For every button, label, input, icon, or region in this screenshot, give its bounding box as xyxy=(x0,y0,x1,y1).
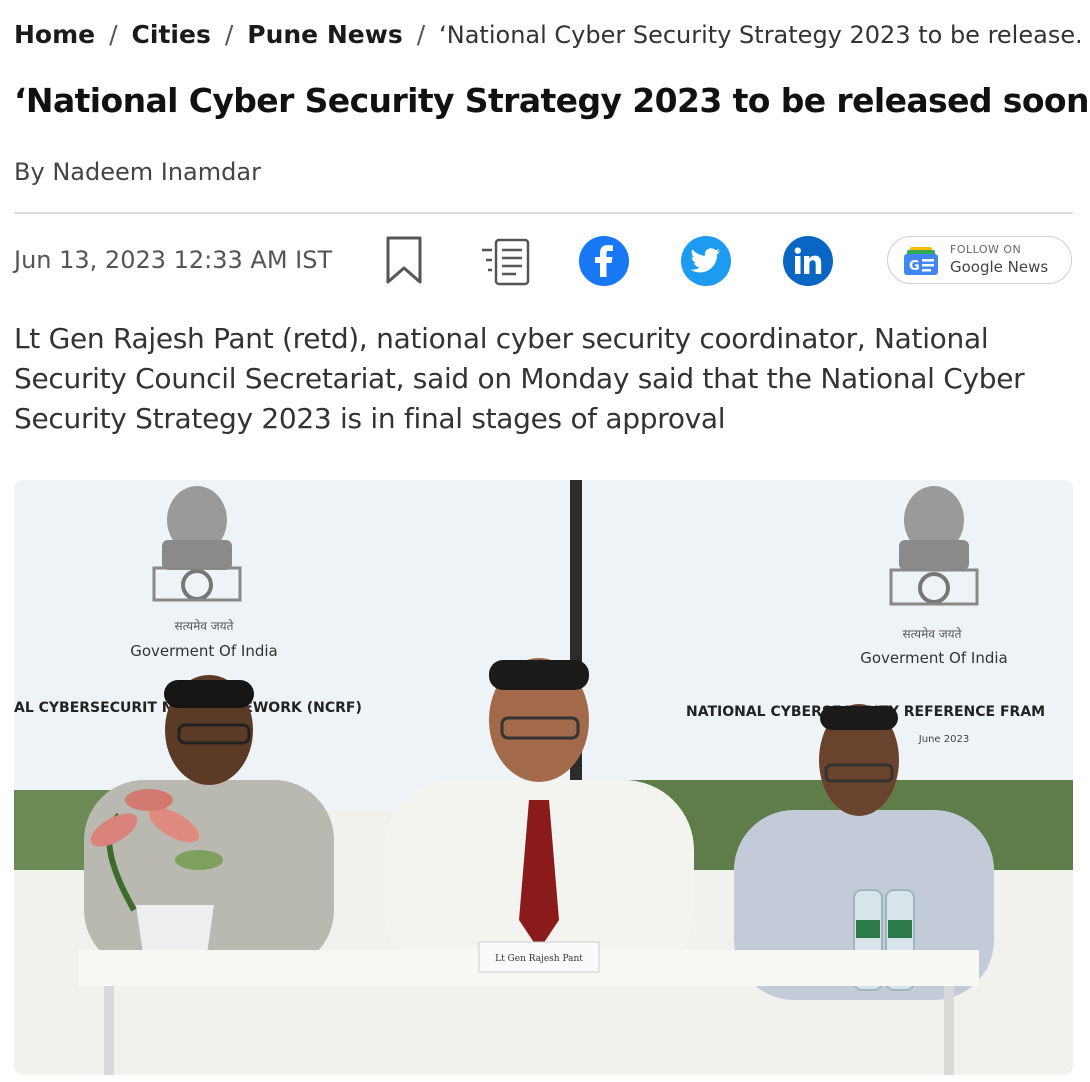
breadcrumb-current: ‘National Cyber Security Strategy 2023 t… xyxy=(439,21,1080,49)
follow-on-label: FOLLOW ON xyxy=(950,243,1022,256)
google-news-icon: G xyxy=(904,247,938,275)
breadcrumb-separator: / xyxy=(416,20,426,49)
reading-mode-icon xyxy=(482,238,530,286)
screen-date-right: June 2023 xyxy=(918,734,969,745)
article-meta: Jun 13, 2023 12:33 AM IST G FOLLOW ON Go… xyxy=(14,232,1074,292)
emblem-motto-left: सत्यमेव जयते xyxy=(175,619,235,633)
breadcrumb-cities[interactable]: Cities xyxy=(132,20,211,49)
facebook-icon xyxy=(595,245,613,277)
byline: By Nadeem Inamdar xyxy=(14,156,261,188)
article-summary: Lt Gen Rajesh Pant (retd), national cybe… xyxy=(14,322,1025,435)
nameplate-text: Lt Gen Rajesh Pant xyxy=(495,954,583,964)
breadcrumb: Home / Cities / Pune News / ‘National Cyber Se… xyxy=(14,18,1080,52)
twitter-share-button[interactable] xyxy=(681,236,731,286)
article-title: ‘National Cyber Security Strategy 2023 t… xyxy=(14,81,1090,120)
govt-label-right: Goverment Of India xyxy=(860,649,1007,667)
govt-label-left: Goverment Of India xyxy=(130,642,277,660)
publish-date: Jun 13, 2023 12:33 AM IST xyxy=(14,246,333,274)
divider xyxy=(14,212,1073,214)
linkedin-icon xyxy=(794,247,822,274)
breadcrumb-pune-news[interactable]: Pune News xyxy=(247,20,402,49)
reading-mode-button[interactable] xyxy=(480,236,532,288)
breadcrumb-separator: / xyxy=(109,20,118,49)
breadcrumb-home[interactable]: Home xyxy=(14,20,95,49)
emblem-motto-right: सत्यमेव जयते xyxy=(903,627,963,641)
linkedin-share-button[interactable] xyxy=(783,236,833,286)
byline-prefix: By xyxy=(14,158,45,186)
author-link[interactable]: Nadeem Inamdar xyxy=(52,158,261,186)
twitter-icon xyxy=(691,248,720,273)
facebook-share-button[interactable] xyxy=(579,236,629,286)
bookmark-icon xyxy=(386,236,422,284)
google-news-follow-button[interactable]: G FOLLOW ON Google News xyxy=(887,236,1072,284)
google-news-label: Google News xyxy=(950,258,1049,276)
svg-text:G: G xyxy=(909,259,920,274)
article-photo: सत्यमेव जयते Goverment Of India AL CYBER… xyxy=(14,480,1073,1075)
breadcrumb-separator: / xyxy=(224,20,234,49)
bookmark-button[interactable] xyxy=(384,235,424,285)
